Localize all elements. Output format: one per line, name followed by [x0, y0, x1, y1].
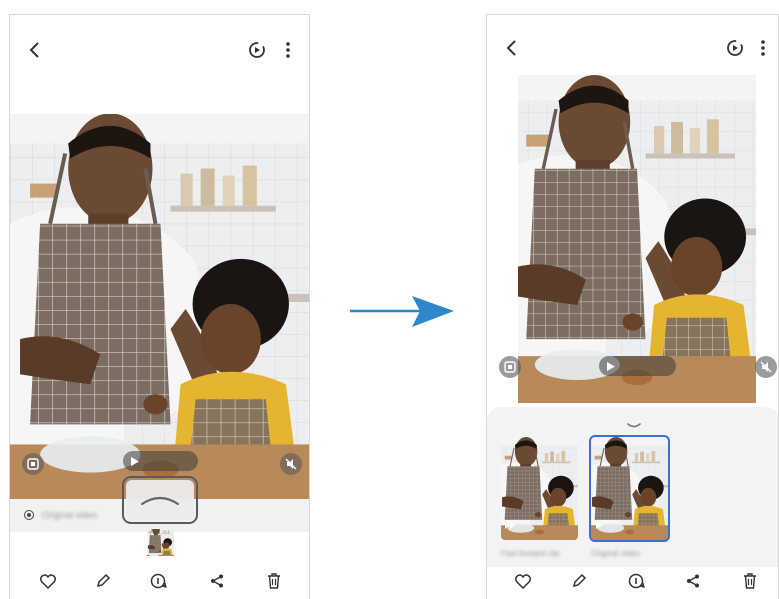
share-icon[interactable]: [203, 567, 231, 595]
arrow-right-icon: [350, 296, 454, 327]
swipe-up-handle[interactable]: [122, 476, 198, 524]
more-vertical-icon[interactable]: [753, 37, 773, 59]
bottom-sheet: Fast forward clip Original video: [487, 407, 778, 567]
motion-photo-icon[interactable]: [246, 39, 268, 61]
info-icon[interactable]: [623, 567, 651, 595]
trash-icon[interactable]: [736, 567, 764, 595]
radio-button[interactable]: [24, 510, 34, 520]
thumbnail-original[interactable]: [589, 435, 670, 542]
fast-forward-icon: [505, 516, 515, 534]
thumbnail[interactable]: [147, 529, 174, 556]
info-icon[interactable]: [145, 567, 173, 595]
share-icon[interactable]: [679, 567, 707, 595]
phone-screen-after: Fast forward clip Original video: [486, 14, 779, 599]
heart-icon[interactable]: [34, 567, 62, 595]
mute-icon[interactable]: [280, 453, 302, 475]
thumbnail-caption: Original video: [591, 549, 640, 558]
mute-icon[interactable]: [755, 356, 777, 378]
pencil-icon[interactable]: [565, 567, 593, 595]
play-icon: [596, 516, 602, 534]
thumbnail-fast-forward[interactable]: [501, 437, 578, 540]
photo: [10, 114, 310, 499]
mode-label: Original video: [42, 510, 98, 520]
photo: [518, 75, 756, 403]
trash-icon[interactable]: [260, 567, 288, 595]
play-button[interactable]: [599, 356, 676, 376]
pencil-icon[interactable]: [89, 567, 117, 595]
top-bar: [10, 15, 309, 85]
bottom-toolbar: [487, 567, 778, 597]
chevron-left-icon[interactable]: [24, 39, 46, 61]
play-button[interactable]: [123, 451, 198, 471]
heart-icon[interactable]: [509, 567, 537, 595]
phone-screen-before: Original video: [9, 14, 310, 599]
thumbnail-caption: Fast forward clip: [501, 549, 560, 558]
bottom-toolbar: [10, 567, 309, 597]
motion-photo-icon[interactable]: [724, 37, 746, 59]
chevron-up-icon: [140, 496, 180, 506]
motion-capture-icon[interactable]: [499, 356, 521, 378]
motion-capture-icon[interactable]: [22, 453, 44, 475]
chevron-left-icon[interactable]: [501, 37, 523, 59]
more-vertical-icon[interactable]: [278, 39, 298, 61]
chevron-down-icon[interactable]: [626, 417, 642, 435]
